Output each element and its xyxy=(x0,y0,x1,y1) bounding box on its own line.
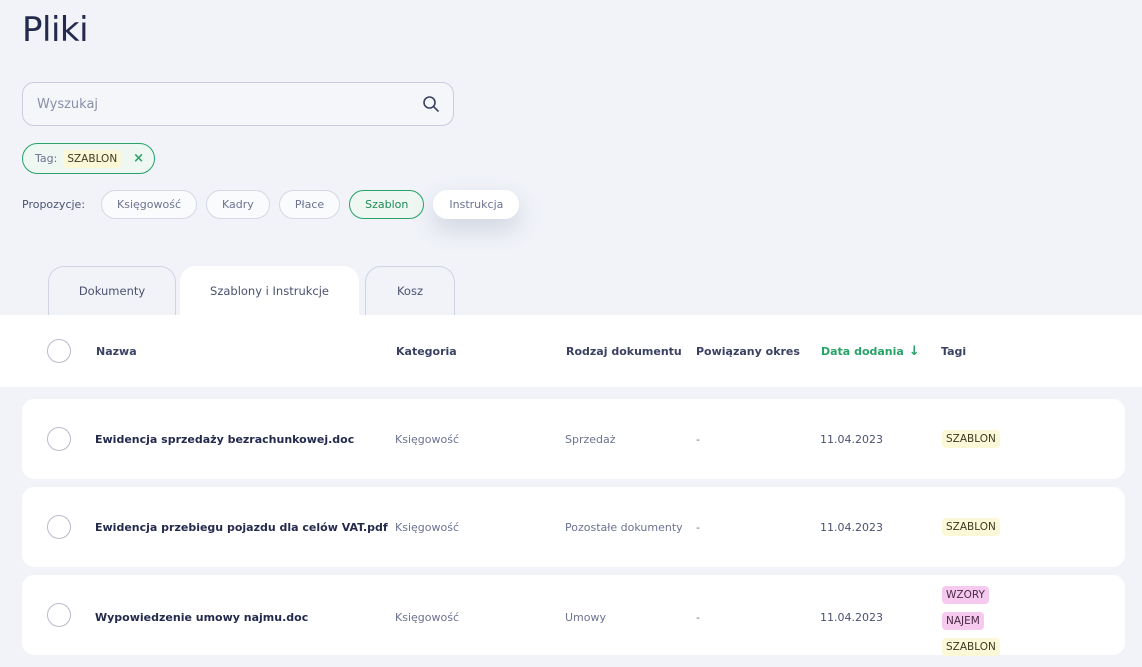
tag-badge[interactable]: SZABLON xyxy=(942,518,1000,536)
column-header-tags[interactable]: Tagi xyxy=(941,315,966,387)
file-doc-type: Sprzedaż xyxy=(565,432,616,446)
sort-arrow-icon: ↓ xyxy=(908,343,920,359)
column-header-category[interactable]: Kategoria xyxy=(396,315,457,387)
filter-label: Tag: xyxy=(35,152,58,165)
column-header-name[interactable]: Nazwa xyxy=(96,315,137,387)
file-date: 11.04.2023 xyxy=(820,520,883,534)
file-doc-type: Pozostałe dokumenty xyxy=(565,520,683,534)
proposal-chip-instrukcja[interactable]: Instrukcja xyxy=(433,190,520,219)
file-date: 11.04.2023 xyxy=(820,432,883,446)
row-checkbox[interactable] xyxy=(47,515,71,539)
search-input[interactable] xyxy=(37,83,417,125)
proposals-bar: Propozycje: Księgowość Kadry Płace Szabl… xyxy=(22,190,528,219)
tab-szablony-i-instrukcje[interactable]: Szablony i Instrukcje xyxy=(180,266,359,316)
row-checkbox[interactable] xyxy=(47,427,71,451)
active-filter-tag: Tag: SZABLON × xyxy=(22,143,156,174)
file-period: - xyxy=(696,520,700,534)
remove-filter-icon[interactable]: × xyxy=(133,151,144,166)
file-period: - xyxy=(696,432,700,446)
proposal-chip-ksiegowosc[interactable]: Księgowość xyxy=(101,190,198,219)
tag-badge[interactable]: SZABLON xyxy=(942,430,1000,448)
proposals-label: Propozycje: xyxy=(22,198,86,211)
table-row[interactable]: Ewidencja przebiegu pojazdu dla celów VA… xyxy=(22,487,1125,567)
proposal-chip-kadry[interactable]: Kadry xyxy=(206,190,270,219)
proposal-chip-place[interactable]: Płace xyxy=(278,190,341,219)
table-row[interactable]: Wypowiedzenie umowy najmu.doc Księgowość… xyxy=(22,575,1125,657)
tab-dokumenty[interactable]: Dokumenty xyxy=(48,266,176,316)
tag-badge[interactable]: SZABLON xyxy=(942,638,1000,656)
file-name[interactable]: Wypowiedzenie umowy najmu.doc xyxy=(95,577,308,657)
search-box[interactable] xyxy=(22,82,454,126)
tag-badge[interactable]: NAJEM xyxy=(942,612,984,630)
file-name[interactable]: Ewidencja przebiegu pojazdu dla celów VA… xyxy=(95,487,388,567)
tab-kosz[interactable]: Kosz xyxy=(365,266,455,316)
tag-badge[interactable]: WZORY xyxy=(942,586,989,604)
page-title: Pliki xyxy=(22,10,89,50)
file-doc-type: Umowy xyxy=(565,610,607,624)
proposal-chip-szablon[interactable]: Szablon xyxy=(349,190,425,219)
table-row[interactable]: Ewidencja sprzedaży bezrachunkowej.doc K… xyxy=(22,399,1125,479)
column-header-date-label: Data dodania xyxy=(821,344,904,358)
column-header-period[interactable]: Powiązany okres xyxy=(696,315,800,387)
row-checkbox[interactable] xyxy=(47,603,71,627)
file-category: Księgowość xyxy=(395,432,459,446)
file-category: Księgowość xyxy=(395,520,459,534)
tab-bar: Dokumenty Szablony i Instrukcje Kosz xyxy=(0,266,1142,316)
file-name[interactable]: Ewidencja sprzedaży bezrachunkowej.doc xyxy=(95,399,354,479)
file-tags: SZABLON xyxy=(942,399,1000,479)
filter-value: SZABLON xyxy=(63,149,122,168)
select-all-checkbox[interactable] xyxy=(47,339,71,363)
column-header-doc-type[interactable]: Rodzaj dokumentu xyxy=(566,315,682,387)
table-header: Nazwa Kategoria Rodzaj dokumentu Powiąza… xyxy=(0,315,1142,387)
file-date: 11.04.2023 xyxy=(820,610,883,624)
file-tags: SZABLON xyxy=(942,487,1000,567)
file-tags: WZORY NAJEM SZABLON xyxy=(942,579,1000,663)
file-category: Księgowość xyxy=(395,610,459,624)
column-header-date[interactable]: Data dodania ↓ xyxy=(821,315,920,387)
search-icon[interactable] xyxy=(422,95,440,113)
file-period: - xyxy=(696,610,700,624)
